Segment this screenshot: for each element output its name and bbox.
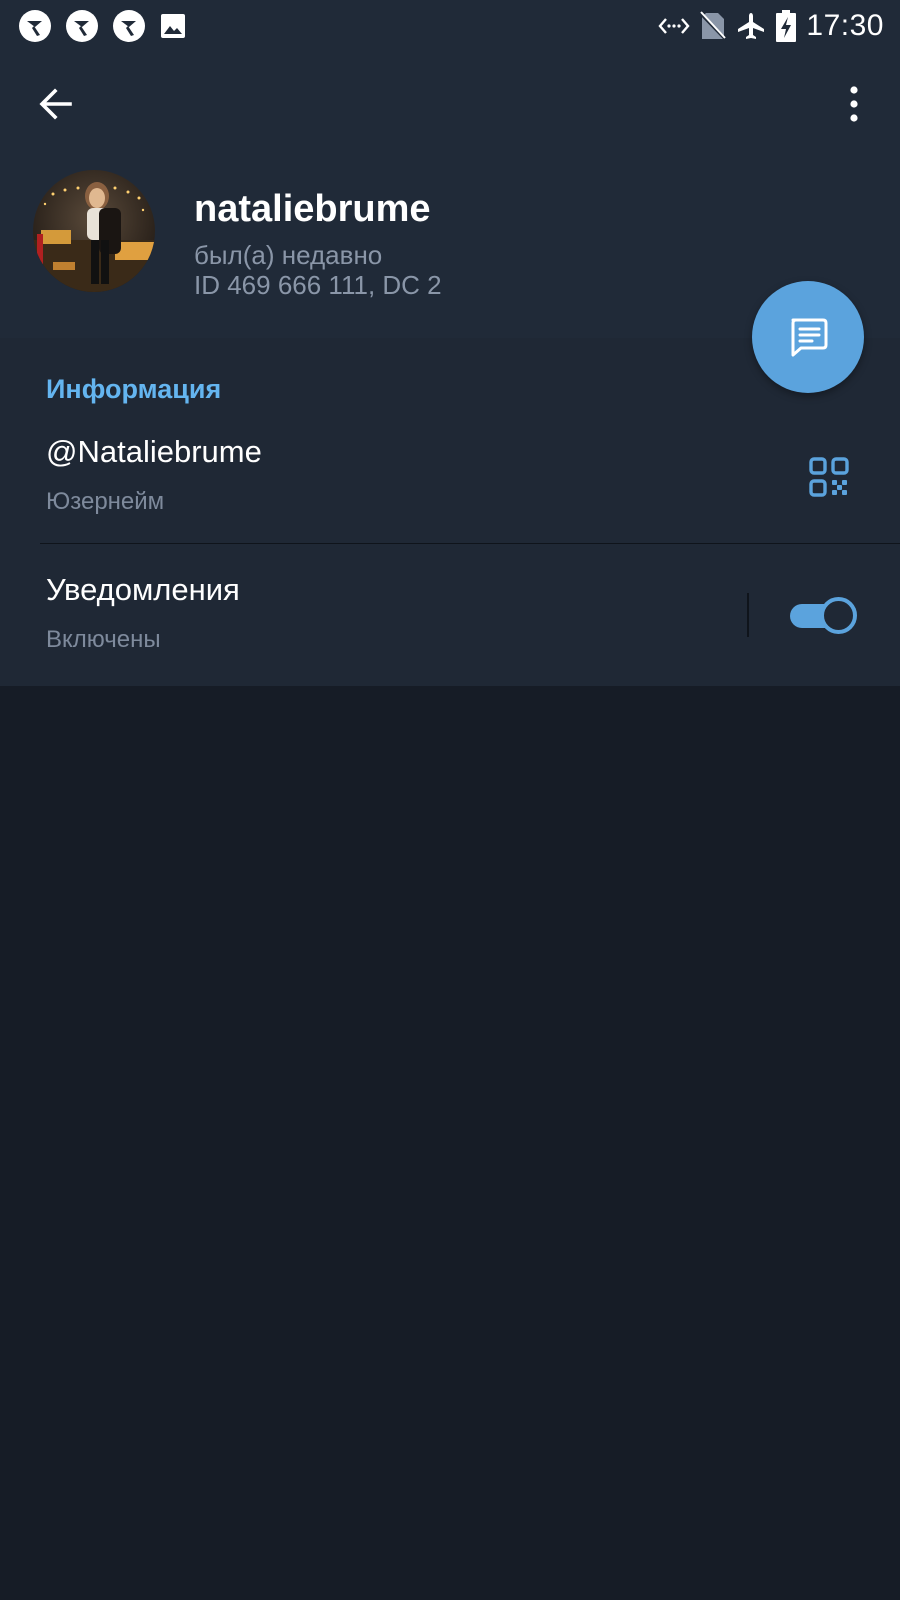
app-notification-icon (112, 9, 146, 43)
data-saver-icon (658, 14, 691, 38)
status-bar: 17:30 (0, 0, 900, 52)
toggle-knob (820, 597, 857, 634)
image-icon (159, 12, 187, 40)
back-button[interactable] (30, 78, 82, 130)
status-right-icons: 17:30 (648, 9, 884, 43)
toggle-separator (747, 593, 749, 637)
airplane-mode-icon (736, 11, 766, 41)
status-left-icons (18, 9, 200, 43)
profile-header: nataliebrume был(а) недавно ID 469 666 1… (0, 52, 900, 338)
notifications-value: Включены (46, 626, 161, 653)
username-value: @Nataliebrume (46, 434, 262, 469)
app-notification-icon (18, 9, 52, 43)
info-section: Информация @Nataliebrume Юзернейм Уведом… (0, 338, 900, 686)
profile-name: nataliebrume (194, 188, 431, 230)
no-sim-icon (700, 11, 727, 41)
arrow-left-icon (39, 88, 72, 120)
send-message-button[interactable] (752, 281, 864, 393)
avatar[interactable] (33, 170, 155, 292)
status-time: 17:30 (806, 9, 884, 42)
row-divider (40, 543, 900, 544)
username-label: Юзернейм (46, 488, 165, 515)
more-vertical-icon (850, 86, 858, 122)
more-options-button[interactable] (828, 78, 880, 130)
notifications-title: Уведомления (46, 572, 240, 607)
user-id-line: ID 469 666 111, DC 2 (194, 270, 442, 300)
last-seen-status: был(а) недавно (194, 240, 383, 270)
qr-code-icon (809, 457, 849, 497)
section-title-info: Информация (46, 374, 222, 404)
notifications-toggle[interactable] (790, 596, 858, 636)
app-notification-icon (65, 9, 99, 43)
battery-charging-icon (776, 10, 797, 42)
message-icon (791, 318, 828, 357)
qr-code-button[interactable] (808, 456, 850, 498)
